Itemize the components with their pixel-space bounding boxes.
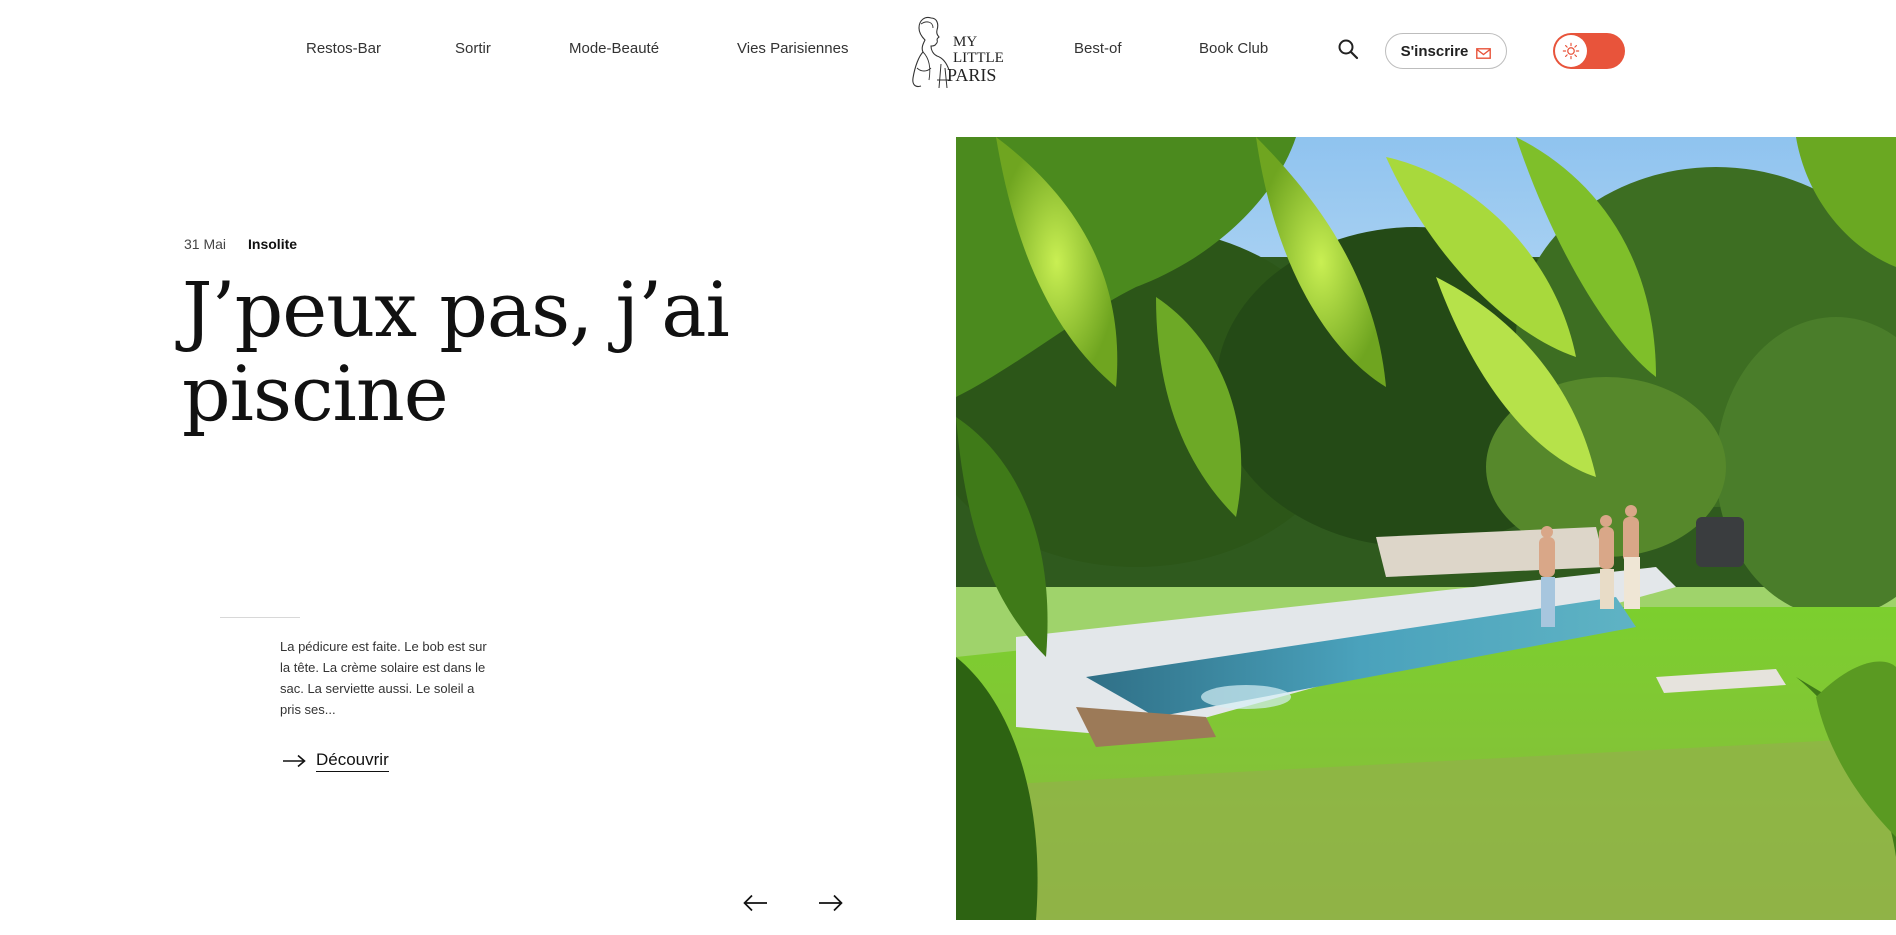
article-title-line2: piscine [182, 349, 449, 438]
article-category[interactable]: Insolite [248, 236, 297, 252]
article-photo[interactable] [956, 137, 1896, 920]
site-logo[interactable]: MY LITTLE PARIS [903, 10, 1015, 90]
article-meta: 31 Mai Insolite [184, 236, 297, 252]
site-header: Restos-Bar Sortir Mode-Beauté Vies Paris… [0, 0, 1896, 100]
discover-link[interactable]: Découvrir [282, 750, 389, 772]
nav-book-club[interactable]: Book Club [1199, 40, 1268, 57]
arrow-right-icon [282, 754, 306, 768]
nav-best-of[interactable]: Best-of [1074, 40, 1122, 57]
nav-vies-parisiennes[interactable]: Vies Parisiennes [737, 40, 848, 57]
arrow-right-icon [819, 894, 843, 912]
article-title[interactable]: J’peux pas, j’ai piscine [182, 268, 822, 436]
logo-illustration: MY LITTLE PARIS [912, 16, 1004, 89]
logo-line-little: LITTLE [953, 50, 1004, 66]
signup-label: S'inscrire [1400, 42, 1469, 60]
discover-label: Découvrir [316, 750, 389, 772]
nav-mode-beaute[interactable]: Mode-Beauté [569, 40, 659, 57]
logo-line-paris: PARIS [947, 65, 996, 85]
signup-button[interactable]: S'inscrire [1385, 33, 1507, 69]
article-title-line1: J’peux pas, j’ai [182, 265, 730, 354]
arrow-left-icon [743, 894, 767, 912]
mail-icon [1476, 46, 1492, 59]
divider [220, 617, 300, 618]
logo-line-my: MY [953, 34, 977, 50]
nav-restos-bar[interactable]: Restos-Bar [306, 40, 381, 57]
nav-sortir[interactable]: Sortir [455, 40, 491, 57]
article-excerpt: La pédicure est faite. Le bob est sur la… [280, 639, 487, 717]
carousel-next-button[interactable] [818, 893, 844, 913]
search-icon[interactable] [1337, 38, 1359, 60]
carousel-prev-button[interactable] [742, 893, 768, 913]
sun-icon [1555, 35, 1587, 67]
theme-toggle[interactable] [1553, 33, 1625, 69]
article-date: 31 Mai [184, 236, 227, 252]
